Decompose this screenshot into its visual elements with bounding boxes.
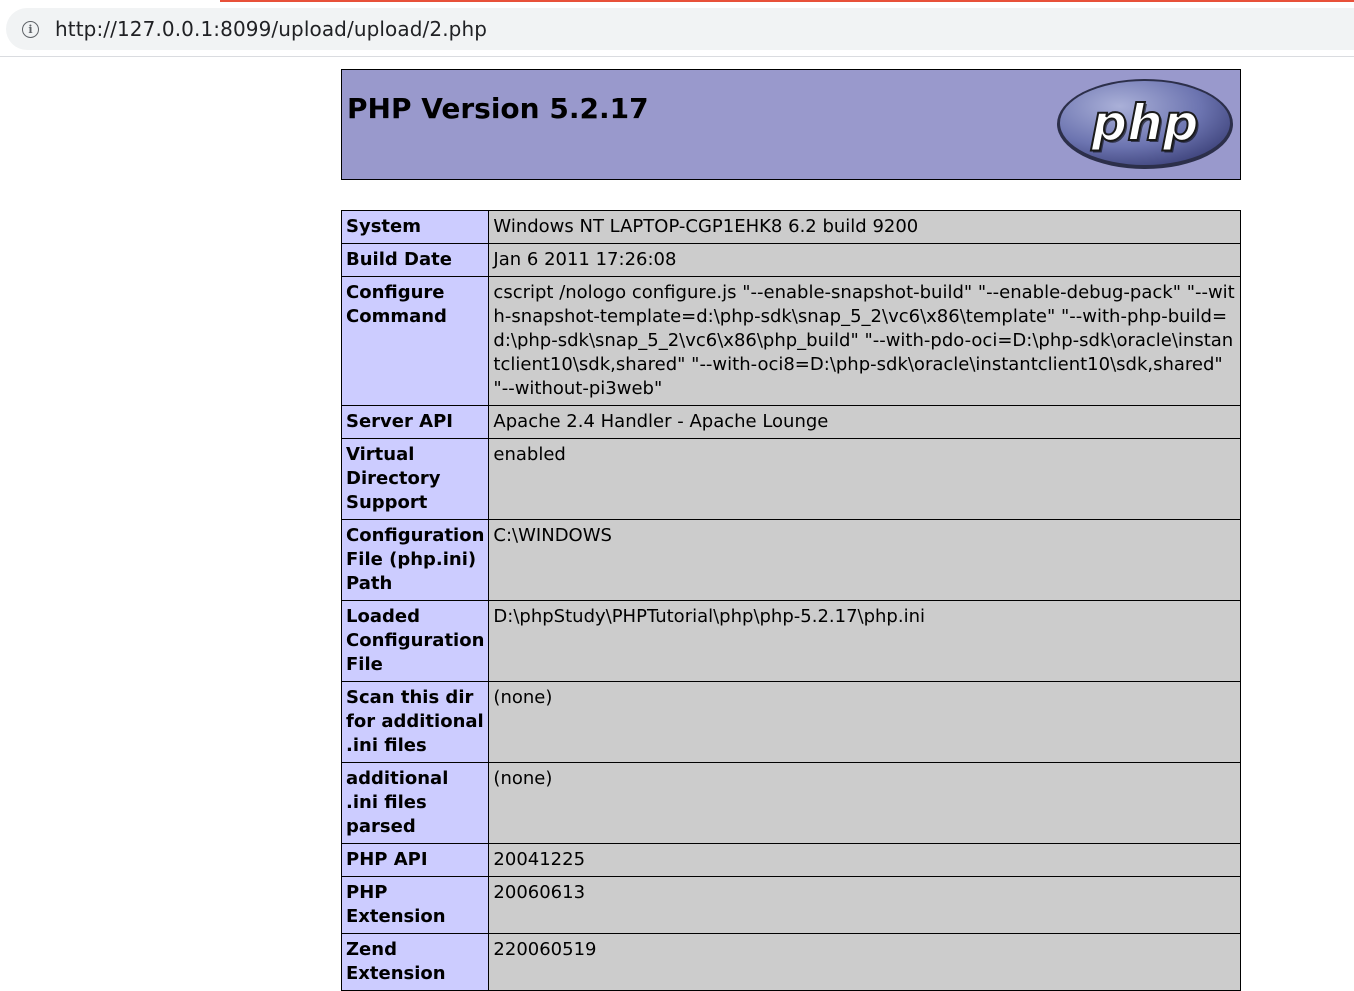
php-logo[interactable]: php php [1056,78,1234,175]
table-row: Configuration File (php.ini) Path C:\WIND… [340,519,1241,601]
row-value: Windows NT LAPTOP-CGP1EHK8 6.2 build 920… [488,210,1241,244]
toolbar-divider [0,56,1354,57]
row-label: Virtual Directory Support [340,438,490,520]
phpinfo-page: PHP Version 5.2.17 php php System Windows… [340,69,1241,991]
page-title: PHP Version 5.2.17 [347,92,649,125]
row-value: Jan 6 2011 17:26:08 [488,243,1241,277]
url-text[interactable]: http://127.0.0.1:8099/upload/upload/2.ph… [55,17,487,41]
table-row: System Windows NT LAPTOP-CGP1EHK8 6.2 bui… [340,210,1241,244]
php-logo-text: php [1090,94,1198,152]
row-label: additional .ini files parsed [340,762,490,844]
row-label: PHP Extension [340,876,490,934]
table-row: Zend Extension 220060519 [340,933,1241,991]
table-row: PHP API 20041225 [340,843,1241,877]
php-logo-icon: php php [1057,79,1233,169]
table-row: Loaded Configuration File D:\phpStudy\PHP… [340,600,1241,682]
row-label: PHP API [340,843,490,877]
table-row: Scan this dir for additional .ini files(… [340,681,1241,763]
row-value: cscript /nologo configure.js "--enable-s… [488,276,1241,406]
table-row: Server API Apache 2.4 Handler - Apache Lo… [340,405,1241,439]
row-value: C:\WINDOWS [488,519,1241,601]
table-row: Configure Command cscript /nologo configu… [340,276,1241,406]
row-value: Apache 2.4 Handler - Apache Lounge [488,405,1241,439]
phpinfo-header: PHP Version 5.2.17 php php [341,69,1241,180]
table-row: additional .ini files parsed (none) [340,762,1241,844]
info-icon[interactable]: i [22,20,39,38]
row-label: Scan this dir for additional .ini files [340,681,490,763]
table-row: Virtual Directory Support enabled [340,438,1241,520]
row-label: Build Date [340,243,490,277]
address-bar[interactable]: i http://127.0.0.1:8099/upload/upload/2.… [6,8,1354,50]
row-value: (none) [488,681,1241,763]
row-label: Server API [340,405,490,439]
info-table: System Windows NT LAPTOP-CGP1EHK8 6.2 bui… [340,210,1241,991]
row-label: System [340,210,490,244]
row-label: Zend Extension [340,933,490,991]
row-value: (none) [488,762,1241,844]
active-tab-accent [220,0,1354,2]
row-value: 220060519 [488,933,1241,991]
table-row: Build Date Jan 6 2011 17:26:08 [340,243,1241,277]
row-label: Loaded Configuration File [340,600,490,682]
row-label: Configuration File (php.ini) Path [340,519,490,601]
row-value: enabled [488,438,1241,520]
row-value: 20041225 [488,843,1241,877]
row-label: Configure Command [340,276,490,406]
row-value: 20060613 [488,876,1241,934]
row-value: D:\phpStudy\PHPTutorial\php\php-5.2.17\p… [488,600,1241,682]
table-row: PHP Extension 20060613 [340,876,1241,934]
